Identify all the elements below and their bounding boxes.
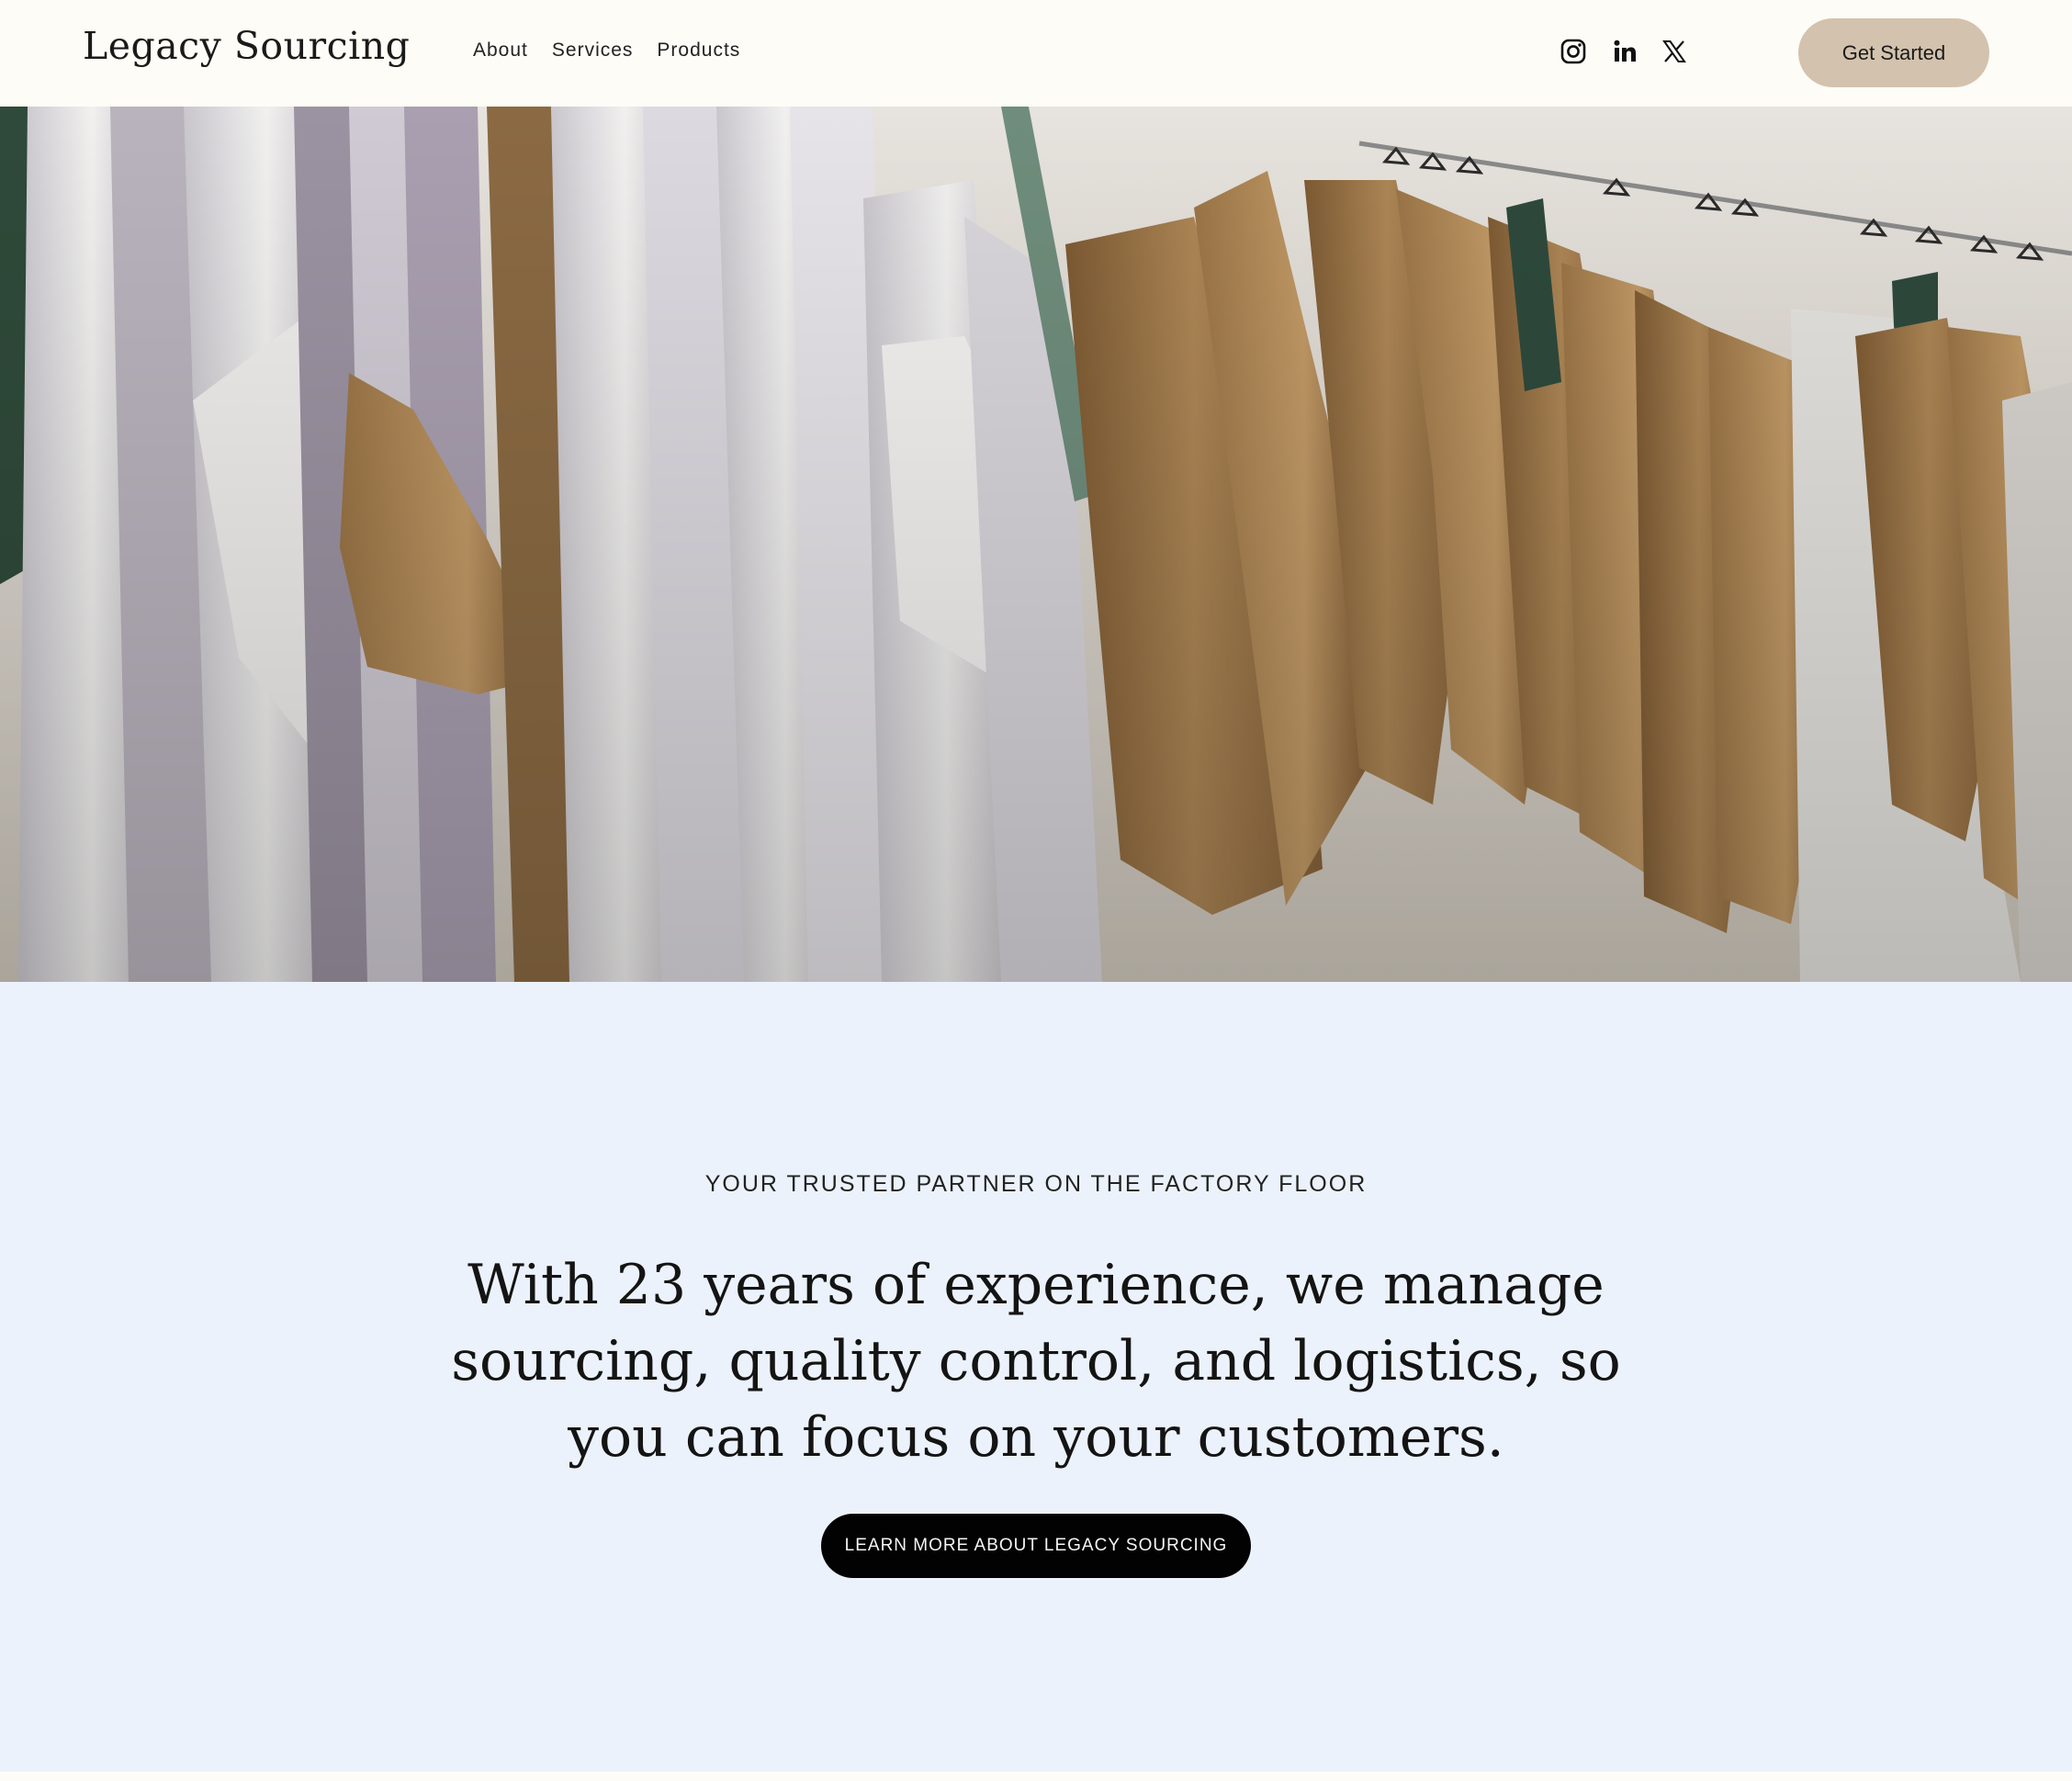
nav-link-about[interactable]: About — [473, 39, 528, 62]
x-icon[interactable] — [1661, 38, 1688, 65]
nav-link-products[interactable]: Products — [657, 39, 740, 62]
learn-more-button[interactable]: LEARN MORE ABOUT LEGACY SOURCING — [821, 1514, 1251, 1578]
footer-strip — [0, 1772, 2072, 1781]
site-header: Legacy Sourcing About Services Products … — [0, 0, 2072, 107]
hanging-paper-patterns-photo — [0, 107, 2072, 982]
intro-headline: With 23 years of experience, we manage s… — [451, 1253, 1621, 1470]
nav-link-services[interactable]: Services — [552, 39, 634, 62]
x-glyph — [1662, 40, 1686, 62]
site-title[interactable]: Legacy Sourcing — [83, 24, 410, 68]
get-started-button[interactable]: Get Started — [1798, 18, 1989, 87]
instagram-glyph — [1560, 39, 1586, 64]
hero-image — [0, 107, 2072, 982]
instagram-icon[interactable] — [1560, 38, 1587, 65]
intro-eyebrow: YOUR TRUSTED PARTNER ON THE FACTORY FLOO… — [704, 1171, 1368, 1197]
linkedin-icon[interactable] — [1611, 38, 1638, 65]
main-nav: About Services Products — [473, 39, 740, 62]
linkedin-glyph — [1614, 39, 1636, 62]
